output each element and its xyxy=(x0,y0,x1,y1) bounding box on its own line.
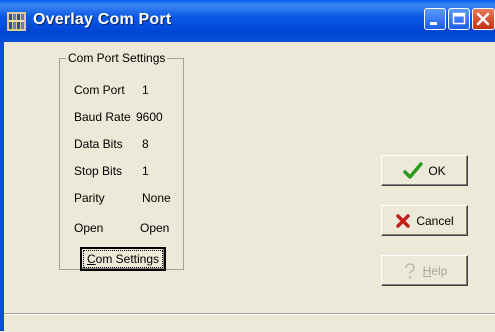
parity-label: Parity xyxy=(74,191,105,205)
help-text: elp xyxy=(431,263,448,278)
baud-rate-label: Baud Rate xyxy=(74,110,131,124)
minimize-icon xyxy=(430,22,437,25)
com-port-label: Com Port xyxy=(74,83,125,97)
help-button[interactable]: Help xyxy=(381,255,468,286)
com-settings-label: Com Settings xyxy=(82,250,164,268)
minimize-button[interactable] xyxy=(424,8,446,30)
close-button[interactable] xyxy=(472,8,495,30)
close-icon xyxy=(476,12,490,26)
cancel-label: Cancel xyxy=(416,213,454,228)
dialog-window: Overlay Com Port Com Port Settings Com P… xyxy=(0,0,495,332)
group-legend: Com Port Settings xyxy=(66,51,168,65)
maximize-icon xyxy=(452,12,466,25)
baud-rate-value: 9600 xyxy=(136,110,163,124)
stop-bits-label: Stop Bits xyxy=(74,164,123,178)
status-bar xyxy=(4,314,495,332)
cancel-button[interactable]: Cancel xyxy=(381,205,468,236)
com-settings-text: om Settings xyxy=(95,252,160,266)
com-settings-button[interactable]: Com Settings xyxy=(80,247,166,271)
help-label: Help xyxy=(423,264,448,278)
ok-button[interactable]: OK xyxy=(381,155,468,186)
com-settings-accel: C xyxy=(86,252,96,266)
open-status-value: Open xyxy=(140,221,170,235)
red-x-icon xyxy=(396,213,411,228)
checkmark-icon xyxy=(403,161,424,179)
question-mark-icon xyxy=(404,262,415,279)
maximize-button[interactable] xyxy=(448,8,470,30)
open-label: Open xyxy=(74,221,104,235)
app-icon xyxy=(7,12,26,31)
data-bits-value: 8 xyxy=(142,137,149,151)
title-bar[interactable]: Overlay Com Port xyxy=(0,0,495,42)
data-bits-label: Data Bits xyxy=(74,137,123,151)
window-title: Overlay Com Port xyxy=(33,11,172,28)
parity-value: None xyxy=(142,191,171,205)
stop-bits-value: 1 xyxy=(142,164,149,178)
ok-label: OK xyxy=(428,163,446,178)
com-port-value: 1 xyxy=(142,83,149,97)
